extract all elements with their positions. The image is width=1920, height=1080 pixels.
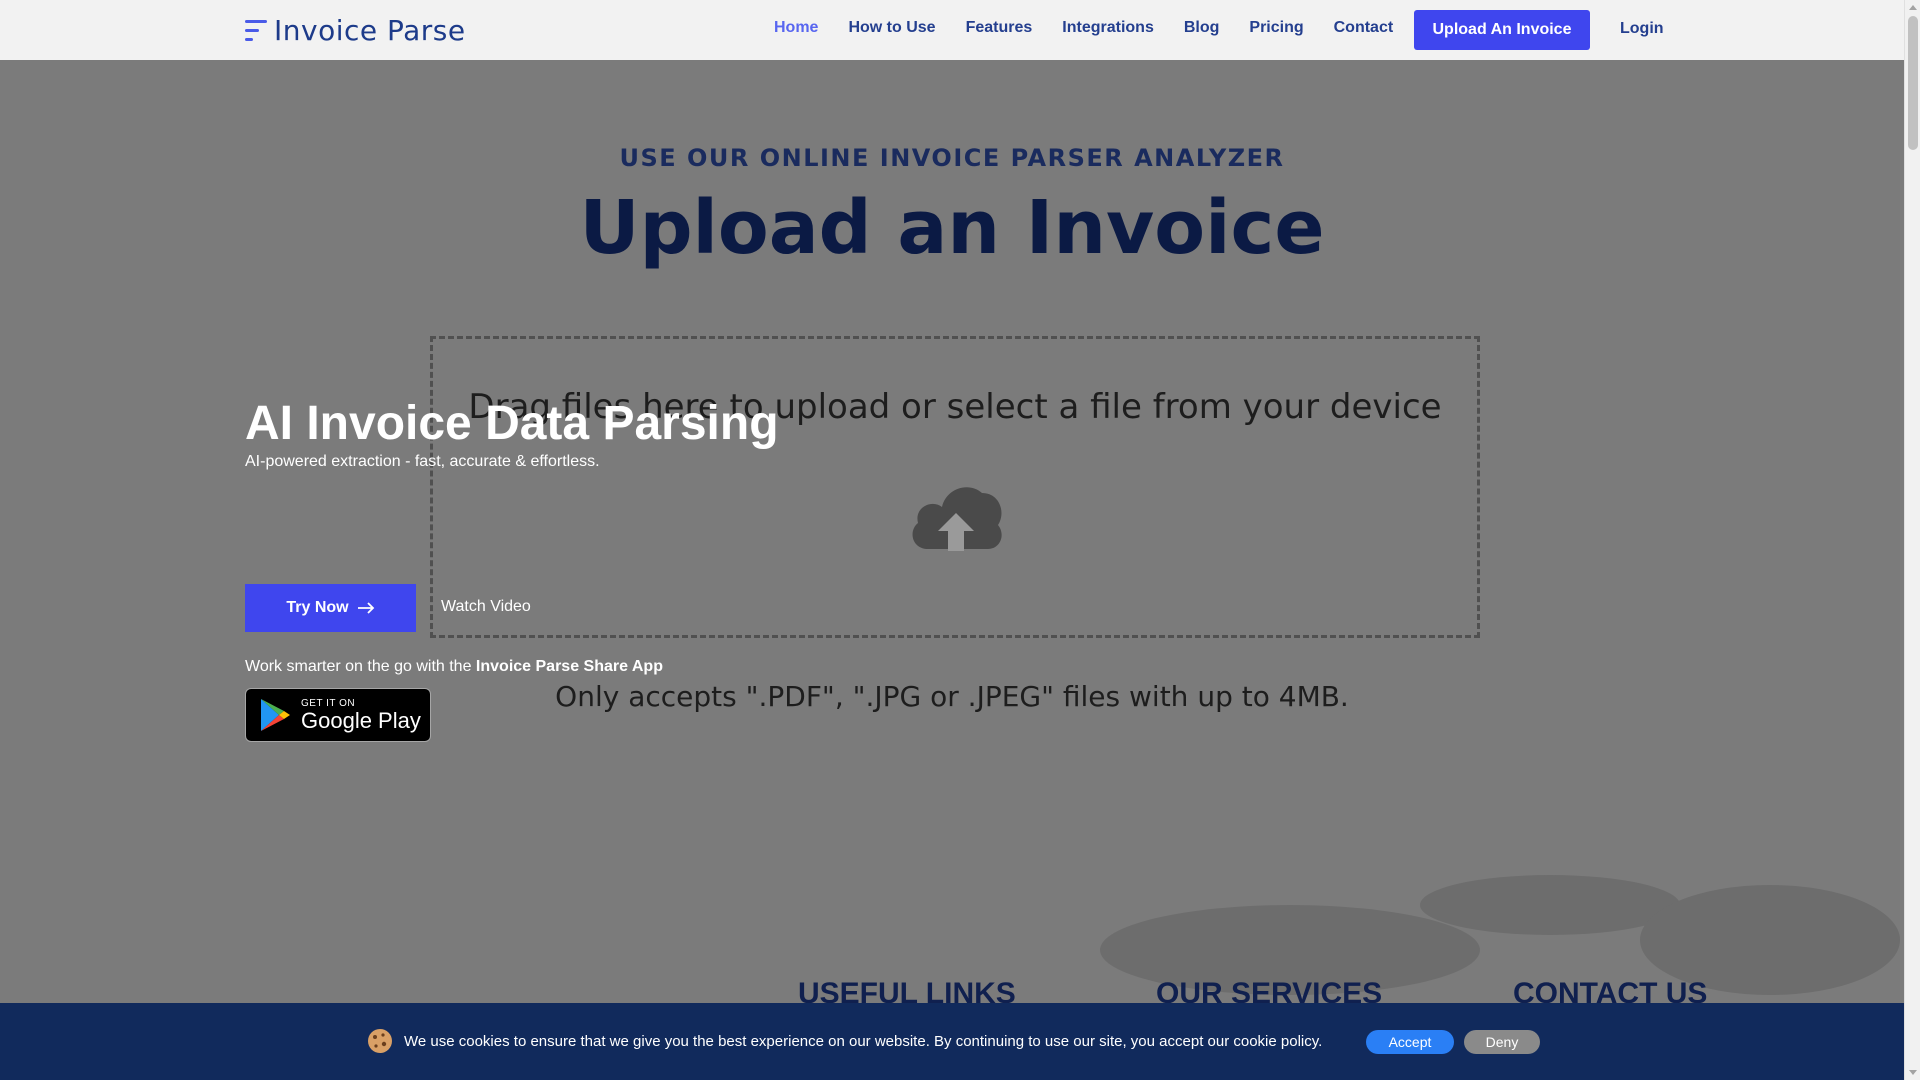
google-play-badge[interactable]: GET IT ON Google Play bbox=[245, 688, 431, 742]
nav-contact[interactable]: Contact bbox=[1334, 19, 1394, 37]
bg-title: Upload an Invoice bbox=[579, 185, 1325, 271]
google-play-text: GET IT ON Google Play bbox=[301, 698, 421, 733]
nav-features[interactable]: Features bbox=[966, 19, 1033, 37]
world-map-decoration bbox=[1420, 875, 1680, 935]
scroll-down-arrow-icon[interactable] bbox=[1909, 1070, 1917, 1075]
google-play-icon bbox=[261, 699, 290, 731]
cloud-upload-icon bbox=[912, 487, 1002, 551]
menu-lines-icon bbox=[245, 18, 267, 44]
brand-name: Invoice Parse bbox=[274, 14, 466, 47]
google-play-small-text: GET IT ON bbox=[301, 697, 356, 709]
scroll-up-arrow-icon[interactable] bbox=[1909, 5, 1917, 10]
cookie-deny-button[interactable]: Deny bbox=[1464, 1030, 1540, 1054]
scroll-thumb[interactable] bbox=[1908, 16, 1918, 150]
cookie-message: We use cookies to ensure that we give yo… bbox=[404, 1033, 1323, 1050]
watch-video-link[interactable]: Watch Video bbox=[441, 598, 531, 616]
cookie-accept-button[interactable]: Accept bbox=[1366, 1030, 1454, 1054]
page-scrollbar[interactable] bbox=[1904, 0, 1920, 1080]
app-promo-text: Work smarter on the go with the Invoice … bbox=[245, 658, 663, 676]
arrow-right-icon bbox=[357, 602, 374, 614]
brand-logo[interactable]: Invoice Parse bbox=[245, 14, 466, 47]
hero-content: AI Invoice Data Parsing AI-powered extra… bbox=[245, 396, 779, 742]
nav-integrations[interactable]: Integrations bbox=[1062, 19, 1154, 37]
site-header: Invoice Parse Home How to Use Features I… bbox=[0, 0, 1904, 60]
login-link[interactable]: Login bbox=[1620, 20, 1664, 38]
bg-eyebrow: USE OUR ONLINE INVOICE PARSER ANALYZER bbox=[619, 144, 1285, 172]
main-nav: Home How to Use Features Integrations Bl… bbox=[774, 19, 1423, 37]
hero-section: USE OUR ONLINE INVOICE PARSER ANALYZER U… bbox=[0, 60, 1904, 865]
cookie-banner: We use cookies to ensure that we give yo… bbox=[0, 1003, 1904, 1080]
nav-how-to-use[interactable]: How to Use bbox=[848, 19, 935, 37]
hero-title: AI Invoice Data Parsing bbox=[245, 397, 779, 450]
upload-invoice-button[interactable]: Upload An Invoice bbox=[1414, 10, 1590, 50]
app-promo-name: Invoice Parse Share App bbox=[475, 658, 663, 675]
app-promo-prefix: Work smarter on the go with the bbox=[245, 658, 476, 675]
nav-blog[interactable]: Blog bbox=[1184, 19, 1220, 37]
cookie-icon bbox=[368, 1029, 392, 1053]
google-play-big-text: Google Play bbox=[301, 707, 421, 733]
try-now-label: Try Now bbox=[286, 599, 349, 616]
try-now-button[interactable]: Try Now bbox=[245, 584, 416, 632]
nav-pricing[interactable]: Pricing bbox=[1249, 19, 1303, 37]
dropzone-illustration: Drag files here to upload or select a fi… bbox=[430, 336, 1480, 638]
hero-subtitle: AI-powered extraction - fast, accurate &… bbox=[245, 453, 600, 470]
nav-home[interactable]: Home bbox=[774, 19, 818, 37]
